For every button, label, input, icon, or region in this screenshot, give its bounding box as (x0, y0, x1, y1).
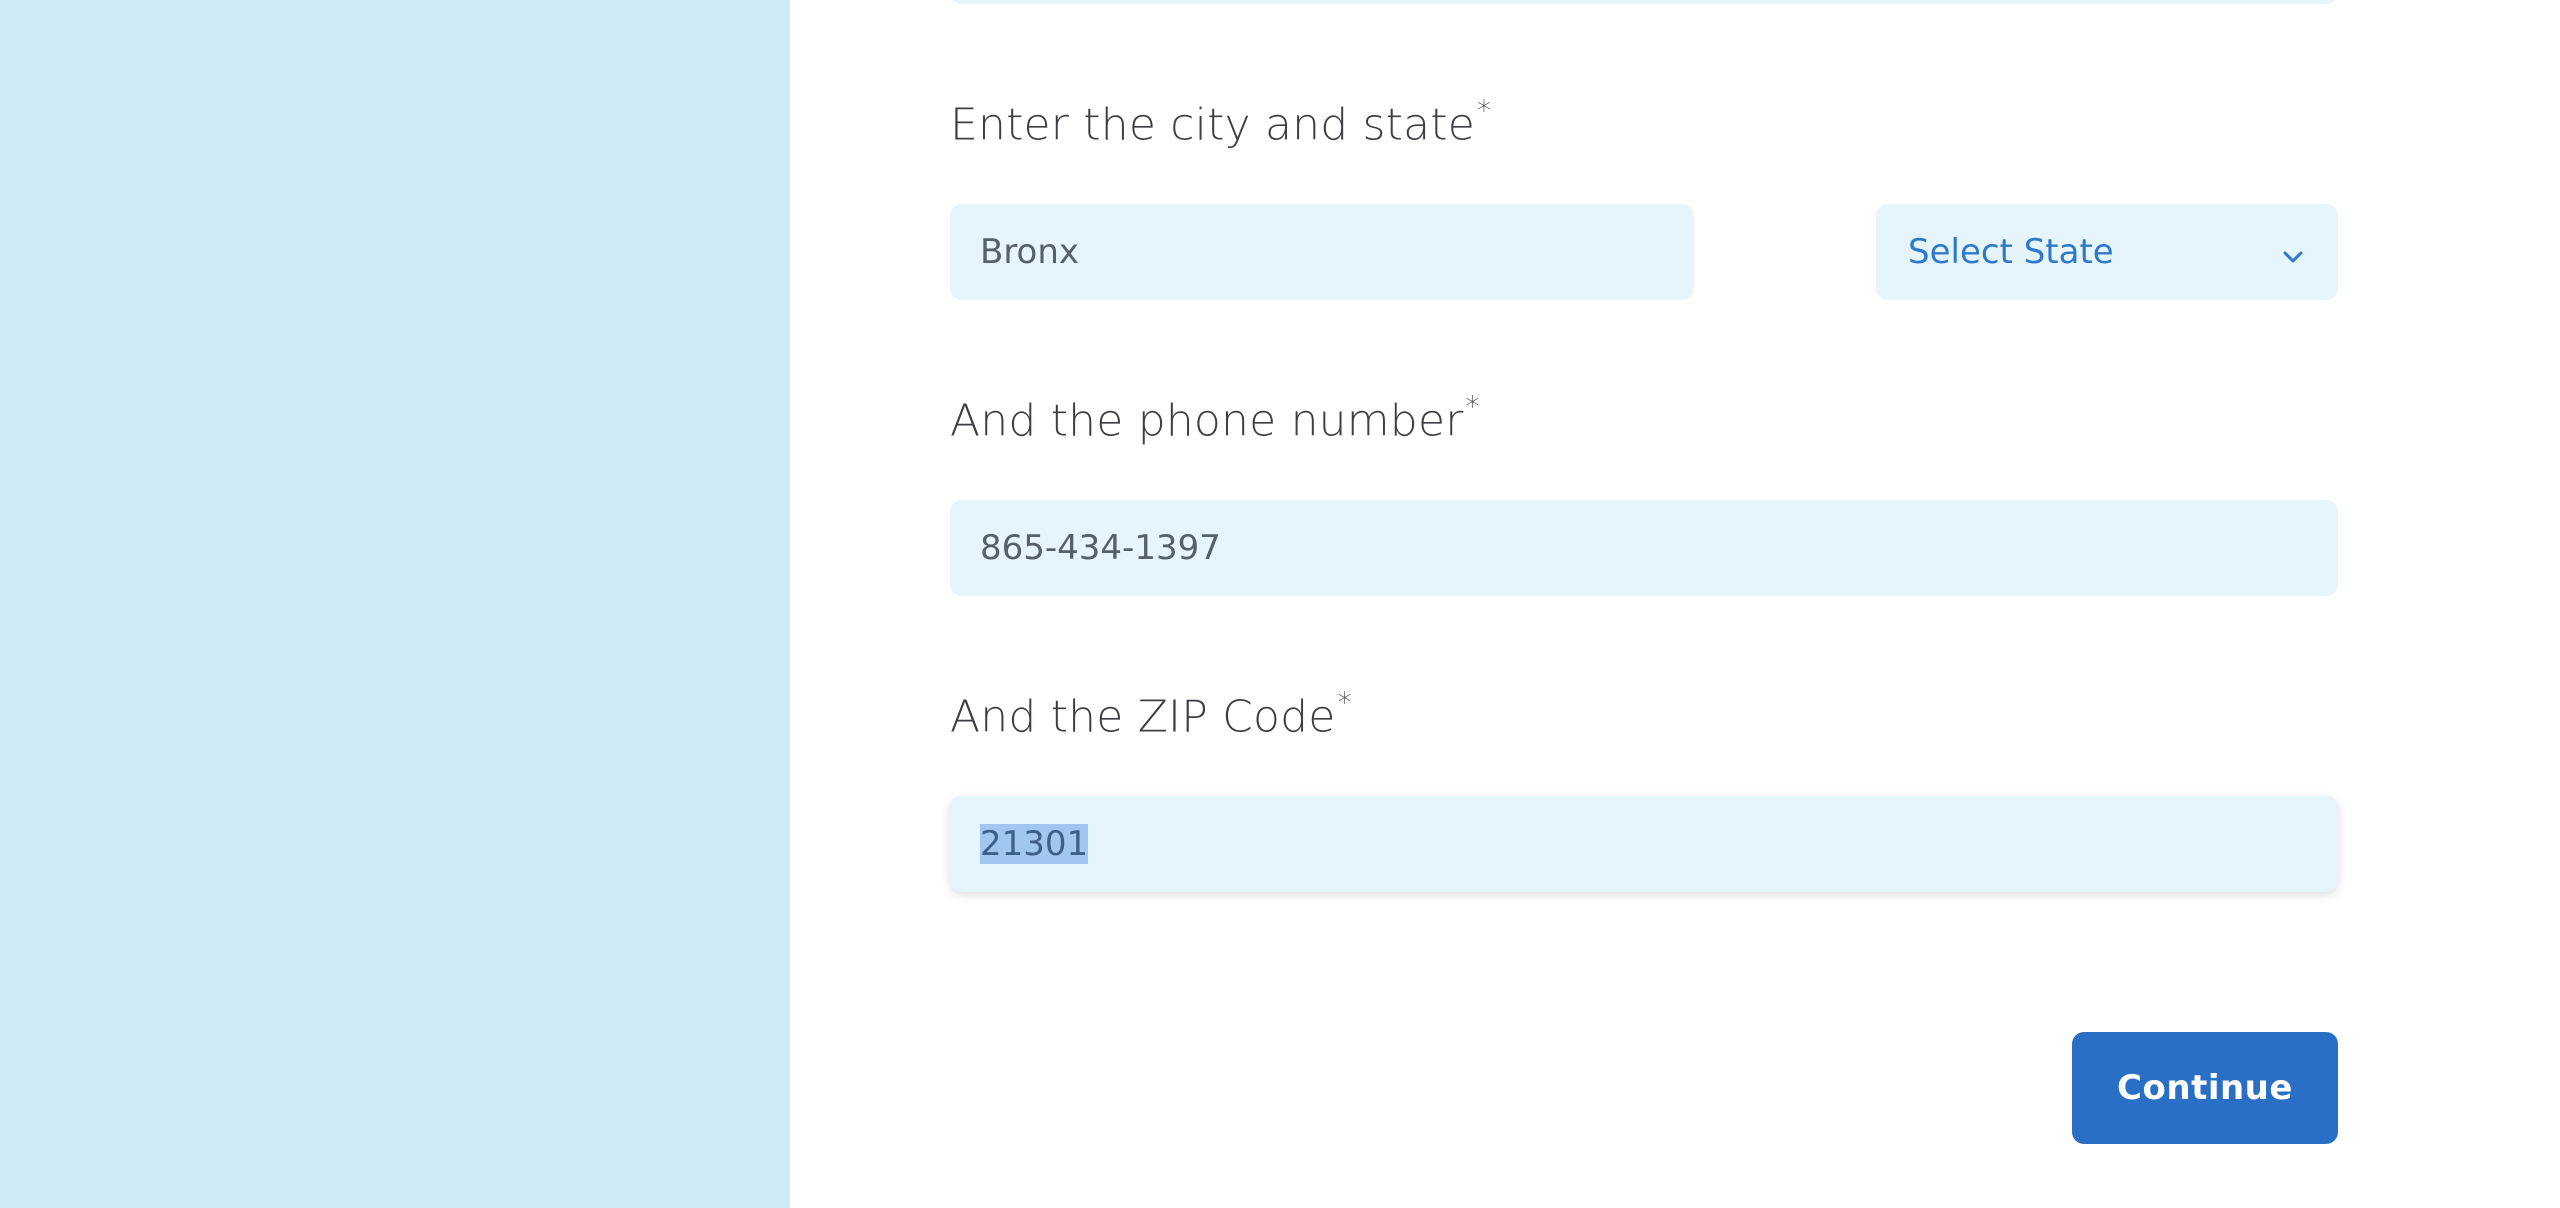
continue-button[interactable]: Continue (2072, 1032, 2338, 1144)
zip-input-value: 21301 (980, 824, 1089, 864)
chevron-down-icon (2280, 239, 2306, 265)
phone-question: And the phone number* (950, 390, 1480, 447)
zip-input[interactable]: 21301 (950, 796, 2338, 892)
state-select-value: Select State (1908, 232, 2114, 272)
required-mark: * (1465, 390, 1480, 423)
city-input-value: Bronx (980, 232, 1080, 272)
zip-question: And the ZIP Code* (950, 686, 1352, 743)
state-select[interactable]: Select State (1876, 204, 2338, 300)
city-state-question: Enter the city and state* (950, 94, 1491, 151)
left-panel (0, 0, 790, 1208)
phone-question-text: And the phone number (950, 395, 1464, 447)
required-mark: * (1337, 686, 1352, 719)
phone-input-value: 865-434-1397 (980, 528, 1221, 568)
city-state-question-text: Enter the city and state (950, 99, 1476, 151)
page: Enter the city and state* Bronx Select S… (0, 0, 2560, 1208)
required-mark: * (1477, 94, 1492, 127)
city-input[interactable]: Bronx (950, 204, 1694, 300)
zip-question-text: And the ZIP Code (950, 691, 1336, 743)
phone-input[interactable]: 865-434-1397 (950, 500, 2338, 596)
form-area: Enter the city and state* Bronx Select S… (950, 0, 2350, 1208)
previous-field[interactable] (950, 0, 2338, 4)
